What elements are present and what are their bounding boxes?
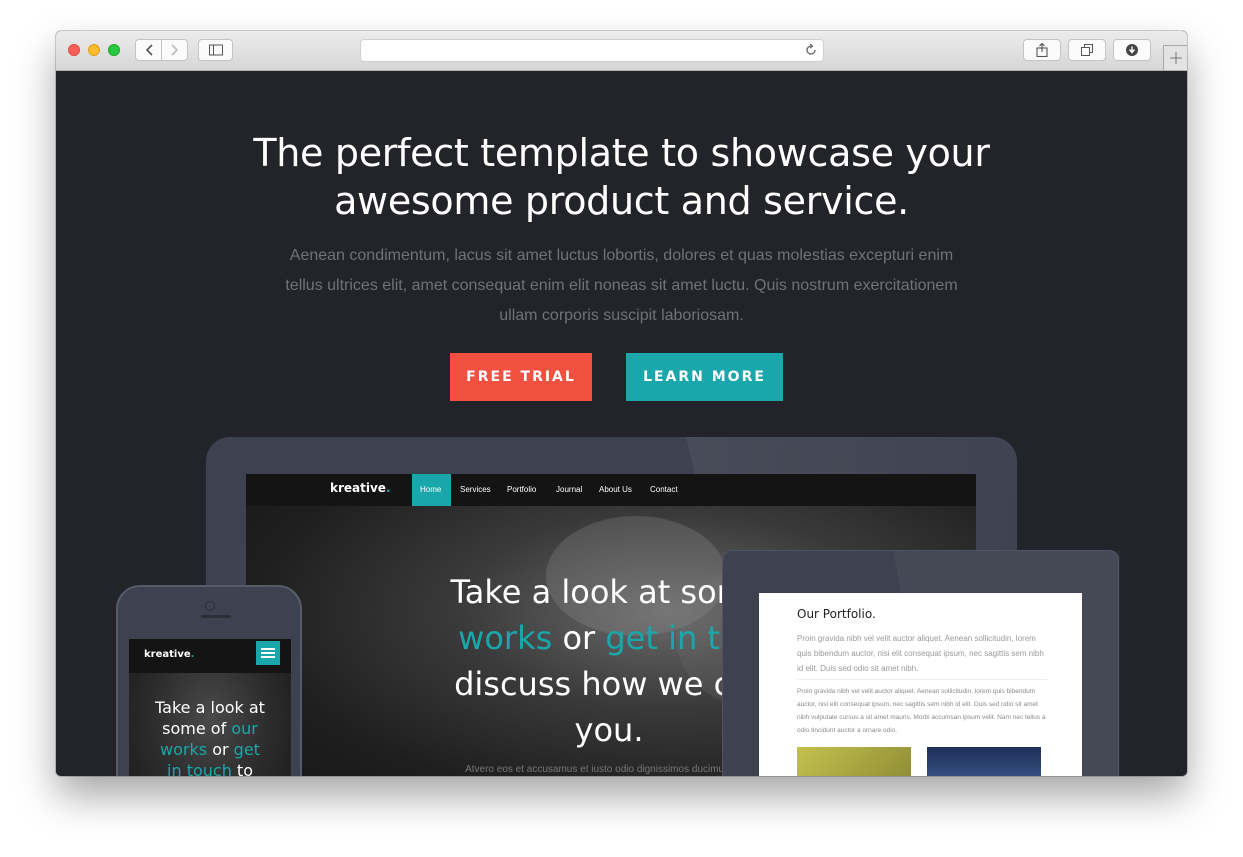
hamburger-menu-icon[interactable] xyxy=(256,641,280,665)
phone-headline-works[interactable]: works xyxy=(160,740,207,759)
phone-logo-text: kreative xyxy=(144,649,191,660)
chevron-left-icon xyxy=(145,44,153,56)
headline-or: or xyxy=(552,619,606,657)
phone-site-nav: kreative. xyxy=(129,639,291,673)
browser-window: The perfect template to showcase your aw… xyxy=(56,31,1187,776)
burger-bar xyxy=(261,648,275,650)
phone-headline-to: to xyxy=(231,761,253,776)
zoom-window-button[interactable] xyxy=(108,44,120,56)
phone-headline-line-3: works or get xyxy=(139,739,281,760)
hero-title-line-2: awesome product and service. xyxy=(334,179,909,223)
portfolio-divider xyxy=(797,679,1047,680)
nav-portfolio[interactable]: Portfolio xyxy=(507,474,536,506)
phone-mockup: kreative. Take a look at some of our wor… xyxy=(116,585,302,776)
phone-headline-get[interactable]: get xyxy=(234,740,260,759)
tablet-mockup: Our Portfolio. Proin gravida nibh vel ve… xyxy=(722,550,1120,776)
new-tab-button[interactable] xyxy=(1163,45,1187,70)
phone-screen: kreative. Take a look at some of our wor… xyxy=(129,639,291,776)
phone-headline-line-1: Take a look at xyxy=(155,698,265,717)
phone-speaker xyxy=(201,615,231,618)
free-trial-button[interactable]: FREE TRIAL xyxy=(450,353,592,401)
plus-icon xyxy=(1170,52,1182,64)
nav-contact[interactable]: Contact xyxy=(650,474,678,506)
nav-home[interactable]: Home xyxy=(412,474,451,506)
phone-headline-in-touch[interactable]: in touch xyxy=(167,761,232,776)
portfolio-thumbnail[interactable] xyxy=(797,747,911,776)
phone-site-headline: Take a look at some of our works or get … xyxy=(139,697,281,776)
tablet-screen: Our Portfolio. Proin gravida nibh vel ve… xyxy=(759,593,1082,776)
phone-headline-line-4: in touch to xyxy=(139,760,281,776)
laptop-site-nav: kreative. Home Services Portfolio Journa… xyxy=(246,474,976,506)
address-bar[interactable] xyxy=(360,39,824,62)
hero-title: The perfect template to showcase your aw… xyxy=(56,129,1187,225)
sidebar-toggle-button[interactable] xyxy=(198,39,233,61)
minimize-window-button[interactable] xyxy=(88,44,100,56)
reload-icon[interactable] xyxy=(805,44,817,56)
share-button[interactable] xyxy=(1023,39,1061,61)
hero-subtitle: Aenean condimentum, lacus sit amet luctu… xyxy=(285,247,958,324)
phone-headline-or: or xyxy=(207,740,234,759)
close-window-button[interactable] xyxy=(68,44,80,56)
downloads-button[interactable] xyxy=(1113,39,1151,61)
browser-toolbar xyxy=(56,31,1187,71)
burger-bar xyxy=(261,652,275,654)
portfolio-body-text: Proin gravida nibh vel velit auctor aliq… xyxy=(797,688,1046,734)
back-button[interactable] xyxy=(135,39,162,61)
download-icon xyxy=(1126,44,1138,56)
portfolio-intro-text: Proin gravida nibh vel velit auctor aliq… xyxy=(797,634,1044,673)
tabs-icon xyxy=(1081,44,1093,56)
phone-logo-dot: . xyxy=(190,649,195,660)
portfolio-thumbnail[interactable] xyxy=(927,747,1041,776)
nav-about-us[interactable]: About Us xyxy=(599,474,632,506)
headline-works[interactable]: works xyxy=(458,619,552,657)
logo-text: kreative xyxy=(330,481,386,495)
phone-headline-line-2: some of our xyxy=(139,718,281,739)
nav-journal[interactable]: Journal xyxy=(556,474,582,506)
phone-kreative-logo[interactable]: kreative. xyxy=(144,649,194,660)
phone-headline-our: our xyxy=(231,719,258,738)
burger-bar xyxy=(261,656,275,658)
sidebar-icon xyxy=(208,44,223,56)
forward-button[interactable] xyxy=(161,39,188,61)
portfolio-title: Our Portfolio. xyxy=(797,607,876,621)
page-content: The perfect template to showcase your aw… xyxy=(56,71,1187,776)
kreative-logo[interactable]: kreative. xyxy=(330,481,391,495)
phone-headline-text: some of xyxy=(162,719,232,738)
phone-camera xyxy=(205,601,215,611)
share-icon xyxy=(1036,43,1048,57)
logo-dot: . xyxy=(385,481,391,495)
hero-title-line-1: The perfect template to showcase your xyxy=(253,131,990,175)
learn-more-button[interactable]: LEARN MORE xyxy=(626,353,783,401)
nav-services[interactable]: Services xyxy=(460,474,491,506)
tabs-overview-button[interactable] xyxy=(1068,39,1106,61)
chevron-right-icon xyxy=(170,44,178,56)
